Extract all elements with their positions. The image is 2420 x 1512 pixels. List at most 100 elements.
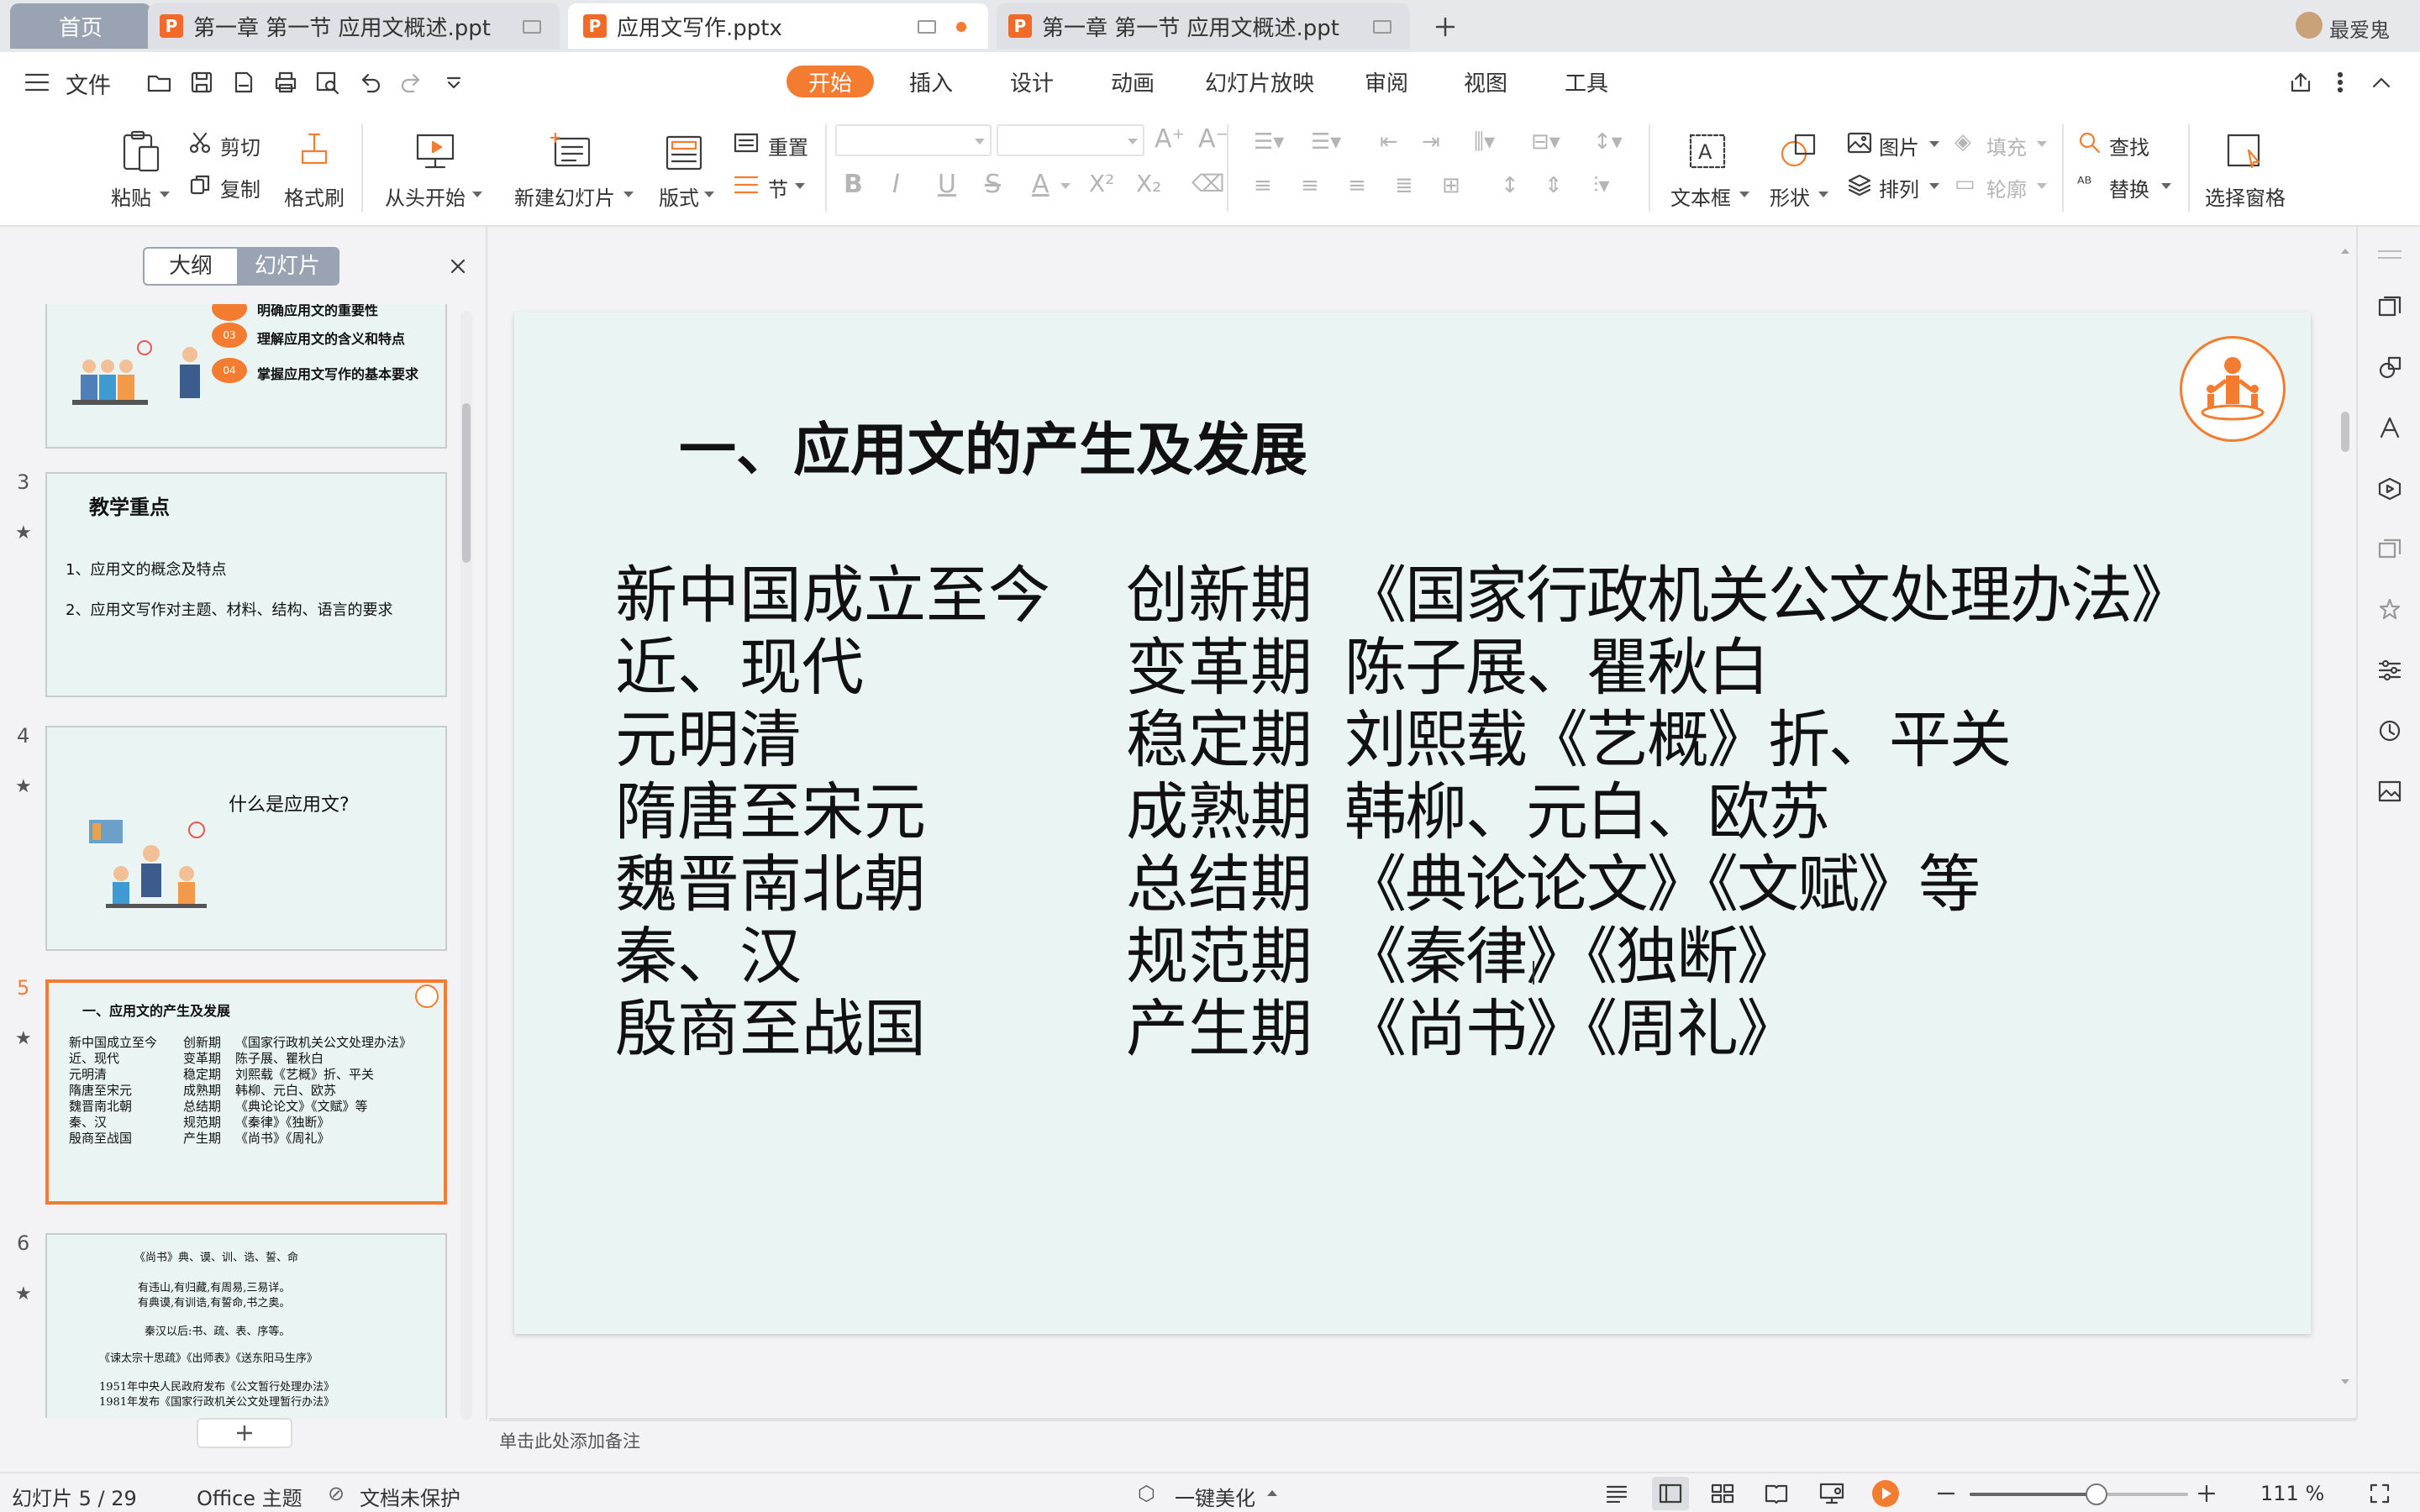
replace-caret[interactable] — [2161, 183, 2171, 189]
slide-thumbnail-2[interactable]: 明确应用文的重要性 03 理解应用文的含义和特点 04 掌握应用文写作的基本要求 — [45, 304, 447, 449]
line-spacing-icon[interactable]: ↕ — [1501, 173, 1519, 198]
selection-pane-button[interactable]: 选择窗格 — [2205, 181, 2286, 211]
underline-icon[interactable]: U — [938, 170, 956, 199]
zoom-out-icon[interactable] — [1933, 1480, 1960, 1507]
arrange-button[interactable]: 排列 — [1879, 173, 1919, 202]
new-tab-plus-icon[interactable] — [1428, 10, 1462, 44]
one-click-beautify[interactable]: 一键美化 — [1175, 1482, 1255, 1511]
tab-home-ribbon[interactable]: 开始 — [786, 66, 874, 97]
print-icon[interactable] — [271, 67, 301, 97]
bold-icon[interactable]: B — [844, 170, 863, 199]
shapes-panel-icon[interactable] — [2373, 351, 2407, 385]
layout-icon[interactable] — [660, 129, 708, 176]
arrange-icon[interactable] — [1845, 171, 1874, 198]
customize-toolbar-icon[interactable] — [439, 67, 469, 97]
align-text-icon[interactable]: ⊟▾ — [1531, 129, 1560, 155]
normal-view-icon[interactable] — [1652, 1477, 1689, 1510]
subscript-icon[interactable]: X₂ — [1136, 170, 1161, 197]
tab-animation[interactable]: 动画 — [1097, 66, 1168, 97]
export-pdf-icon[interactable] — [229, 67, 259, 97]
presenter-view-icon[interactable] — [1815, 1478, 1849, 1509]
picture-caret[interactable] — [1929, 141, 1939, 147]
collapse-ribbon-icon[interactable] — [2366, 67, 2396, 97]
tab-document-2[interactable]: P 应用文写作.pptx — [568, 3, 988, 49]
open-folder-icon[interactable] — [145, 67, 175, 97]
close-pane-icon[interactable] — [445, 254, 471, 279]
strikethrough-icon[interactable]: S — [985, 170, 1001, 199]
theme-name[interactable]: Office 主题 — [197, 1482, 302, 1511]
zoom-in-icon[interactable] — [2193, 1480, 2220, 1507]
share-icon[interactable] — [2286, 67, 2316, 97]
protect-icon[interactable]: ⊘ — [328, 1482, 345, 1505]
editor-scroll-down[interactable] — [2341, 1379, 2349, 1384]
layout-button[interactable]: 版式 — [659, 181, 699, 211]
beautify-caret[interactable] — [1267, 1490, 1277, 1496]
copy-icon[interactable] — [187, 171, 213, 198]
fill-icon[interactable]: ◈ — [1954, 129, 1971, 155]
slide-transition-icon[interactable] — [2373, 533, 2407, 566]
slide-thumbnail-4[interactable]: 什么是应用文? — [45, 726, 447, 951]
slides-view-tab[interactable]: 幻灯片 — [237, 249, 338, 284]
notes-placeholder[interactable]: 单击此处添加备注 — [499, 1428, 640, 1453]
section-icon[interactable] — [731, 171, 761, 198]
text-box-caret[interactable] — [1739, 192, 1749, 197]
save-icon[interactable] — [187, 67, 217, 97]
add-slide-button[interactable] — [197, 1418, 292, 1448]
shape-button[interactable]: 形状 — [1770, 181, 1810, 211]
more-options-icon[interactable] — [2328, 67, 2353, 97]
editor-scrollbar[interactable] — [2338, 244, 2353, 1394]
from-start-caret[interactable] — [472, 192, 482, 197]
tab-review[interactable]: 审阅 — [1351, 66, 1422, 97]
zoom-slider[interactable] — [1970, 1483, 2188, 1505]
phase-column[interactable]: 创新期 变革期 稳定期 成熟期 总结期 规范期 产生期 — [1126, 559, 1313, 1065]
font-family-select[interactable] — [835, 124, 992, 156]
tab-design[interactable]: 设计 — [997, 66, 1067, 97]
play-slideshow-icon[interactable] — [1872, 1480, 1899, 1507]
picture-icon[interactable] — [1845, 129, 1874, 156]
numbered-list-icon[interactable]: ☰▾ — [1311, 129, 1341, 155]
outline-icon[interactable]: ▭ — [1954, 171, 1975, 197]
tab-tools[interactable]: 工具 — [1551, 66, 1622, 97]
find-button[interactable]: 查找 — [2109, 131, 2149, 160]
align-center-icon[interactable]: ≡ — [1301, 173, 1319, 198]
align-left-icon[interactable]: ≡ — [1254, 173, 1272, 198]
text-box-icon[interactable]: A — [1684, 128, 1731, 175]
font-color-caret[interactable] — [1060, 183, 1071, 189]
align-right-icon[interactable]: ≡ — [1348, 173, 1366, 198]
copy-button[interactable]: 复制 — [220, 173, 260, 202]
find-icon[interactable] — [2075, 129, 2104, 156]
outline-caret[interactable] — [2037, 183, 2047, 189]
cut-button[interactable]: 剪切 — [220, 131, 260, 160]
arrange-caret[interactable] — [1929, 183, 1939, 189]
reading-view-icon[interactable] — [1761, 1478, 1791, 1509]
tab-view[interactable]: 视图 — [1450, 66, 1521, 97]
slide-title[interactable]: 一、应用文的产生及发展 — [679, 403, 1307, 486]
paste-icon[interactable] — [113, 126, 168, 176]
selection-pane-icon[interactable] — [2222, 128, 2269, 175]
effects-panel-icon[interactable] — [2373, 593, 2407, 627]
slideshow-start-icon[interactable] — [410, 126, 460, 176]
distribute-icon[interactable]: ⊞ — [1442, 173, 1460, 198]
superscript-icon[interactable]: X² — [1089, 170, 1114, 197]
justify-icon[interactable]: ≣ — [1395, 173, 1413, 198]
drag-handle[interactable] — [2378, 250, 2402, 259]
format-painter-icon[interactable] — [289, 126, 339, 176]
tab-document-1[interactable]: P 第一章 第一节 应用文概述.ppt — [148, 3, 560, 49]
new-slide-button[interactable]: 新建幻灯片 — [514, 181, 615, 211]
thumbnail-scrollbar[interactable] — [460, 311, 472, 1420]
document-protection[interactable]: 文档未保护 — [360, 1482, 460, 1511]
text-box-button[interactable]: 文本框 — [1670, 181, 1731, 211]
redo-icon[interactable] — [397, 67, 427, 97]
notes-area[interactable]: 单击此处添加备注 — [489, 1420, 2356, 1472]
replace-icon[interactable]: ᴬᴮ — [2077, 173, 2091, 193]
zoom-slider-thumb[interactable] — [2085, 1483, 2107, 1505]
undo-icon[interactable] — [355, 67, 385, 97]
increase-font-size-icon[interactable]: A⁺ — [1155, 124, 1185, 154]
reset-icon[interactable] — [731, 129, 761, 156]
outline-view-tab[interactable]: 大纲 — [145, 249, 238, 284]
bullet-list-icon[interactable]: ☰▾ — [1254, 129, 1284, 155]
layout-caret[interactable] — [704, 192, 714, 197]
print-preview-icon[interactable] — [313, 67, 343, 97]
font-size-select[interactable] — [997, 124, 1144, 156]
fill-button[interactable]: 填充 — [1986, 131, 2027, 160]
